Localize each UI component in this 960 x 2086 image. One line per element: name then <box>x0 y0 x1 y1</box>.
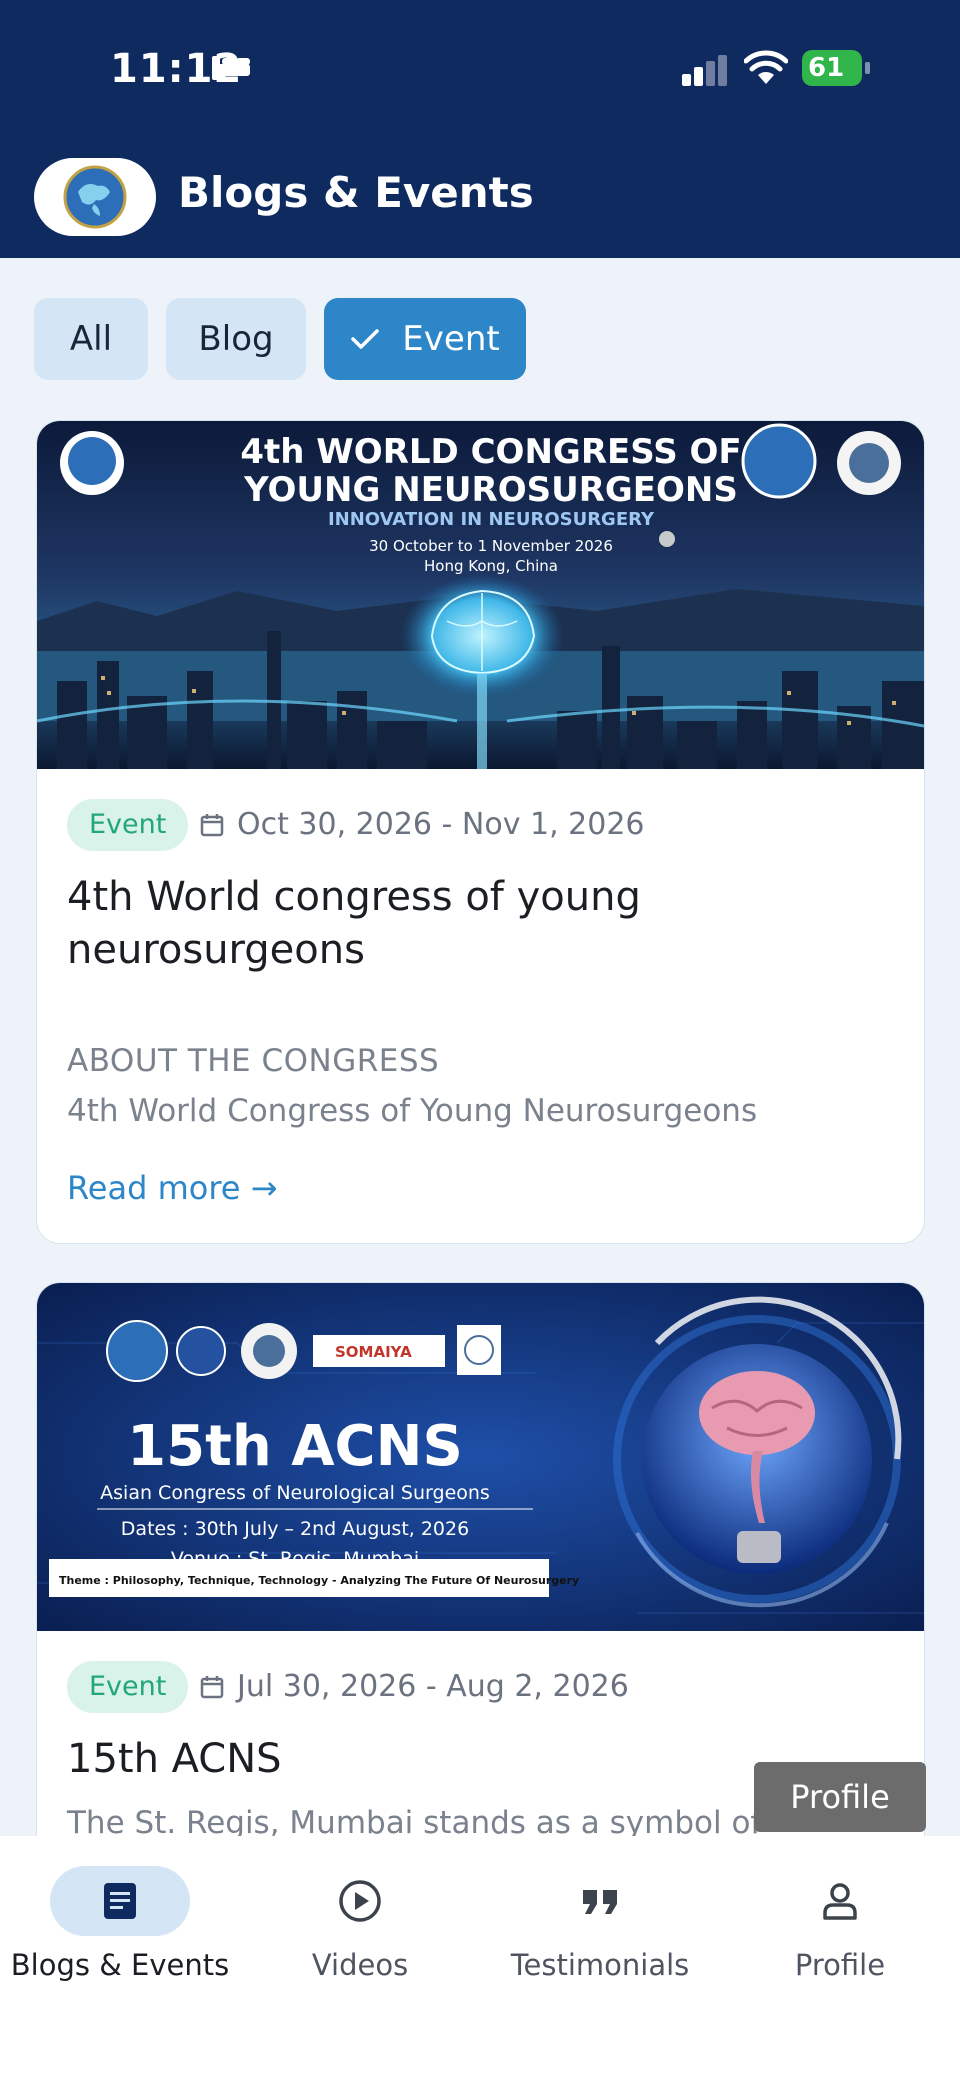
sponsor-logo: SOMAIYA <box>335 1343 412 1361</box>
filter-chip-label: Blog <box>198 319 274 359</box>
filter-chip-label: All <box>69 319 113 359</box>
filter-chip-blog[interactable]: Blog <box>166 298 306 380</box>
banner-headline-2: YOUNG NEUROSURGEONS <box>243 470 738 510</box>
banner-subline: Asian Congress of Neurological Surgeons <box>100 1482 490 1504</box>
status-bar: 11:12 61 <box>0 0 960 140</box>
event-title: 4th World congress of young neurosurgeon… <box>67 874 641 973</box>
event-date-text: Oct 30, 2026 - Nov 1, 2026 <box>237 807 645 842</box>
quote-icon <box>583 1890 617 1914</box>
nav-item-label: Testimonials <box>510 1948 690 1982</box>
nav-item-blogs-events[interactable]: Blogs & Events <box>10 1866 230 1982</box>
nav-item-label: Blogs & Events <box>10 1948 230 1982</box>
nav-item-label: Videos <box>311 1948 409 1982</box>
banner-dates: 30 October to 1 November 2026 <box>369 537 613 555</box>
sleep-focus-icon <box>212 56 250 80</box>
event-description: 4th World Congress of Young Neurosurgeon… <box>67 1093 758 1129</box>
calendar-icon <box>200 813 224 836</box>
event-date: Oct 30, 2026 - Nov 1, 2026 <box>199 807 645 842</box>
nav-item-testimonials[interactable]: Testimonials <box>490 1866 710 1982</box>
banner-theme: Theme : Philosophy, Technique, Technolog… <box>59 1574 579 1587</box>
nav-item-profile[interactable]: Profile <box>730 1866 950 1982</box>
category-badge: Event <box>67 1661 189 1713</box>
bottom-navigation: Blogs & Events Videos Testimonials Profi… <box>0 1836 960 2086</box>
event-date: Jul 30, 2026 - Aug 2, 2026 <box>199 1669 629 1704</box>
check-icon <box>351 329 380 349</box>
calendar-icon <box>200 1675 224 1698</box>
event-date-text: Jul 30, 2026 - Aug 2, 2026 <box>237 1669 629 1704</box>
banner-headline-1: 4th WORLD CONGRESS OF <box>240 432 741 472</box>
filter-chip-all[interactable]: All <box>34 298 148 380</box>
battery-percent: 61 <box>808 53 845 83</box>
organization-logo <box>34 158 156 236</box>
category-badge: Event <box>67 799 189 851</box>
filter-chip-label: Event <box>402 319 500 359</box>
article-icon <box>104 1883 136 1919</box>
banner-headline: 15th ACNS <box>127 1414 463 1479</box>
app-bar: Blogs & Events <box>0 140 960 258</box>
play-circle-icon <box>339 1880 381 1922</box>
banner-location: Hong Kong, China <box>424 557 558 575</box>
nav-item-videos[interactable]: Videos <box>250 1866 470 1982</box>
event-banner-image: SOMAIYA 15th ACNS Asian Congress of Neur… <box>37 1283 924 1631</box>
cellular-signal-icon <box>682 55 727 86</box>
event-card[interactable]: 4th WORLD CONGRESS OF YOUNG NEUROSURGEON… <box>36 420 925 1244</box>
person-icon <box>823 1883 857 1920</box>
read-more-link[interactable]: Read more → <box>67 1169 277 1207</box>
wifi-icon <box>744 50 788 84</box>
event-subtitle: ABOUT THE CONGRESS <box>67 1043 440 1079</box>
profile-tooltip: Profile <box>754 1762 926 1832</box>
page-title: Blogs & Events <box>178 168 534 217</box>
filter-chip-event[interactable]: Event <box>324 298 526 380</box>
banner-tagline: INNOVATION IN NEUROSURGERY <box>328 509 655 530</box>
banner-dates: Dates : 30th July – 2nd August, 2026 <box>121 1518 469 1540</box>
battery-indicator: 61 <box>802 50 872 88</box>
event-banner-image: 4th WORLD CONGRESS OF YOUNG NEUROSURGEON… <box>37 421 924 769</box>
nav-item-label: Profile <box>794 1948 886 1982</box>
